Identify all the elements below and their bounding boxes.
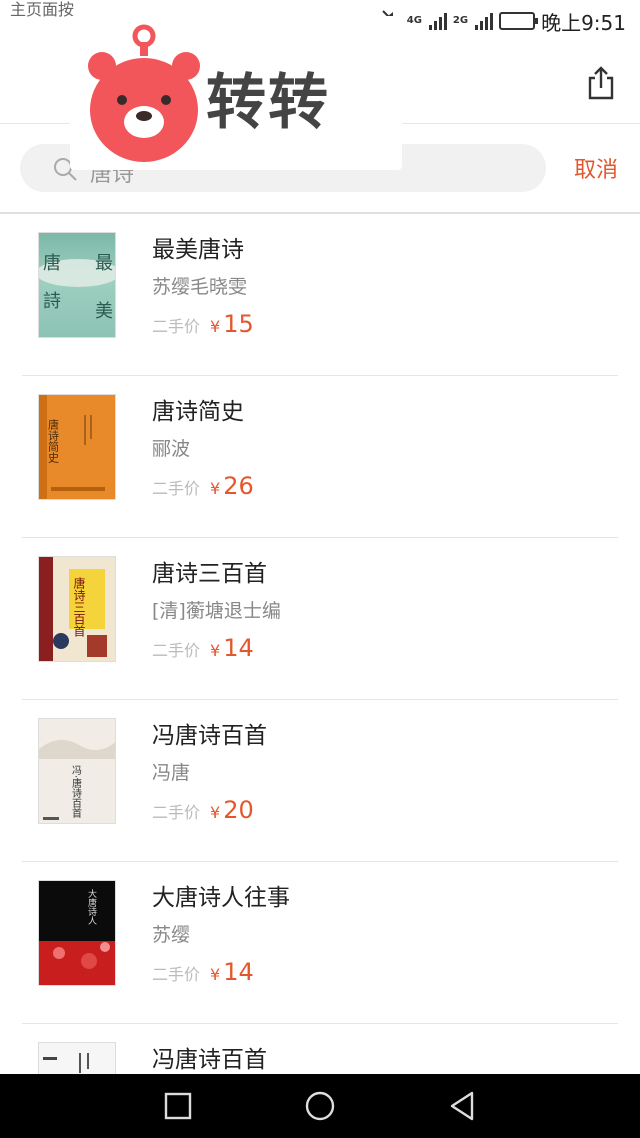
price-row: 二手价 ¥ 14 [152,958,254,986]
status-time: 晚上9:51 [541,10,626,35]
book-title: 最美唐诗 [152,237,244,263]
currency-symbol: ¥ [210,803,221,822]
price-label: 二手价 [152,965,201,984]
currency-symbol: ¥ [210,641,221,660]
price-value: 15 [223,310,254,338]
book-author: [清]蘅塘退士编 [152,600,281,622]
signal-icon-2 [475,12,494,30]
list-item[interactable]: 唐诗简史 唐诗简史 郦波 二手价 ¥ 26 [22,376,618,538]
currency-symbol: ¥ [210,317,221,336]
svg-text:詩: 詩 [43,291,61,312]
book-cover: 唐诗简史 [38,394,116,500]
book-title: 唐诗三百首 [152,561,267,587]
book-cover: 冯·唐诗百首 [38,718,116,824]
price-label: 二手价 [152,641,201,660]
book-cover: 唐 詩 最 美 [38,232,116,338]
android-nav-bar [0,1074,640,1138]
book-title: 冯唐诗百首 [152,1047,267,1073]
price-label: 二手价 [152,803,201,822]
back-icon[interactable] [446,1090,478,1122]
logo-text: 转转 [206,69,330,136]
book-title: 大唐诗人往事 [152,885,290,911]
price-value: 14 [223,634,254,662]
svg-text:美: 美 [95,301,113,322]
price-row: 二手价 ¥ 15 [152,310,254,338]
share-icon[interactable] [586,66,616,100]
book-author: 郦波 [152,438,191,460]
svg-text:唐诗三百首: 唐诗三百首 [72,576,86,637]
price-row: 二手价 ¥ 20 [152,796,254,824]
book-title: 唐诗简史 [152,399,244,425]
cancel-button[interactable]: 取消 [574,152,618,184]
price-label: 二手价 [152,479,201,498]
svg-text:最: 最 [95,253,113,274]
status-left-text: 主页面按 [10,0,75,19]
zhuanzhuan-logo: 转转 [70,16,402,170]
search-results-list: 唐 詩 最 美 最美唐诗 苏缨毛晓雯 二手价 ¥ 15 唐诗简史 唐诗简史 郦波 [0,214,640,1138]
book-title: 冯唐诗百首 [152,723,267,749]
book-author: 苏缨毛晓雯 [152,276,248,298]
currency-symbol: ¥ [210,479,221,498]
list-item[interactable]: 唐诗三百首 唐诗三百首 [清]蘅塘退士编 二手价 ¥ 14 [22,538,618,700]
book-cover: 唐诗三百首 [38,556,116,662]
price-label: 二手价 [152,317,201,336]
network-type-1: 4G [406,15,422,26]
price-value: 14 [223,958,254,986]
currency-symbol: ¥ [210,965,221,984]
list-item[interactable]: 大唐诗人 大唐诗人往事 苏缨 二手价 ¥ 14 [22,862,618,1024]
book-author: 冯唐 [152,762,191,784]
price-value: 20 [223,796,254,824]
signal-icon [428,12,447,30]
bear-mascot-icon [88,24,200,162]
svg-text:冯·唐诗百首: 冯·唐诗百首 [70,765,82,819]
price-value: 26 [223,472,254,500]
list-item[interactable]: 唐 詩 最 美 最美唐诗 苏缨毛晓雯 二手价 ¥ 15 [22,214,618,376]
home-icon[interactable] [304,1090,336,1122]
status-icons: 4G 2G 晚上9:51 [381,6,626,36]
book-author: 苏缨 [152,924,191,946]
svg-text:大唐诗人: 大唐诗人 [86,888,97,925]
recent-apps-icon[interactable] [162,1090,194,1122]
battery-icon [499,12,539,30]
price-row: 二手价 ¥ 14 [152,634,254,662]
network-type-2: 2G [452,15,469,26]
book-cover: 大唐诗人 [38,880,116,986]
svg-text:唐诗简史: 唐诗简史 [47,418,60,464]
list-item[interactable]: 冯·唐诗百首 冯唐诗百首 冯唐 二手价 ¥ 20 [22,700,618,862]
price-row: 二手价 ¥ 26 [152,472,254,500]
svg-text:唐: 唐 [43,253,61,274]
